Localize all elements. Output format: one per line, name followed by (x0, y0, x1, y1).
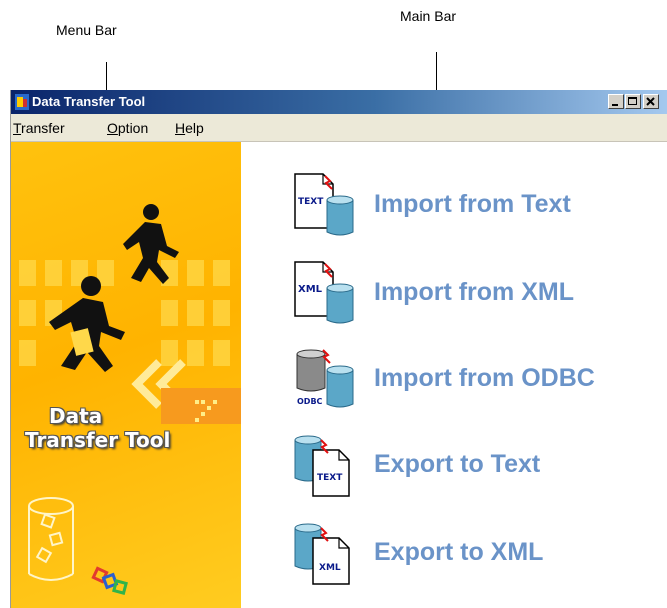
file-icon (213, 340, 230, 366)
banner-title-line-2: Transfer Tool (25, 428, 171, 452)
close-icon (646, 97, 655, 106)
import-from-xml-button[interactable]: XML Import from XML (293, 260, 653, 330)
file-icon (213, 260, 230, 286)
menu-help-mnemonic: H (175, 120, 186, 136)
menu-option-mnemonic: O (107, 120, 118, 136)
file-icon (161, 300, 178, 326)
banner-title-line-1: Data (49, 404, 103, 428)
app-window: Data Transfer Tool Transfer Option Help (10, 90, 667, 608)
main-bar-callout: Main Bar (400, 8, 457, 24)
app-icon (15, 94, 29, 110)
export-to-xml-label: Export to XML (374, 538, 544, 566)
file-icon (19, 340, 36, 366)
menu-option-rest: ption (117, 120, 149, 136)
import-from-text-button[interactable]: TEXT Import from Text (293, 172, 653, 242)
menu-bar: Transfer Option Help (11, 114, 667, 142)
import-from-xml-label: Import from XML (374, 278, 574, 306)
export-to-text-button[interactable]: TEXT Export to Text (293, 432, 653, 502)
xml-to-database-icon: XML (294, 261, 354, 324)
file-icon (213, 300, 230, 326)
maximize-button[interactable] (625, 94, 641, 109)
menu-help-rest: elp (185, 120, 204, 136)
maximize-icon (628, 97, 637, 105)
menu-transfer[interactable]: Transfer (13, 120, 65, 136)
file-icon (187, 260, 204, 286)
banner-title: Data Transfer Tool (25, 404, 170, 452)
import-from-text-label: Import from Text (374, 190, 571, 218)
import-from-odbc-button[interactable]: ODBC Import from ODBC (293, 344, 653, 414)
export-to-text-label: Export to Text (374, 450, 541, 478)
main-content: Data Transfer Tool TEXT Import from Text… (11, 142, 667, 608)
icon-badge: ODBC (297, 397, 323, 406)
running-figure-icon (49, 276, 125, 372)
export-to-xml-button[interactable]: XML Export to XML (293, 520, 653, 590)
file-icon (19, 300, 36, 326)
text-to-database-icon: TEXT (294, 173, 354, 236)
brand-banner: Data Transfer Tool (11, 142, 241, 608)
database-to-xml-icon: XML (294, 523, 350, 585)
title-bar[interactable]: Data Transfer Tool (11, 90, 667, 114)
icon-badge: TEXT (298, 197, 324, 207)
import-from-odbc-label: Import from ODBC (374, 364, 595, 392)
icon-badge: XML (319, 563, 341, 573)
minimize-button[interactable] (608, 94, 624, 109)
file-icon (187, 300, 204, 326)
menu-transfer-rest: ransfer (21, 120, 65, 136)
file-icon (19, 260, 36, 286)
menu-bar-callout: Menu Bar (56, 22, 117, 38)
cylinder-graphic-icon (28, 497, 128, 595)
database-to-text-icon: TEXT (294, 435, 350, 497)
minimize-icon (612, 104, 618, 106)
menu-option[interactable]: Option (107, 120, 148, 136)
icon-badge: XML (298, 284, 323, 295)
window-title: Data Transfer Tool (32, 94, 146, 109)
pixel-dots-icon (195, 400, 217, 422)
running-figure-icon (123, 204, 179, 284)
icon-badge: TEXT (317, 473, 343, 483)
menu-transfer-mnemonic: T (13, 120, 22, 136)
menu-help[interactable]: Help (175, 120, 204, 136)
close-button[interactable] (643, 94, 659, 109)
odbc-to-database-icon: ODBC (296, 349, 354, 408)
